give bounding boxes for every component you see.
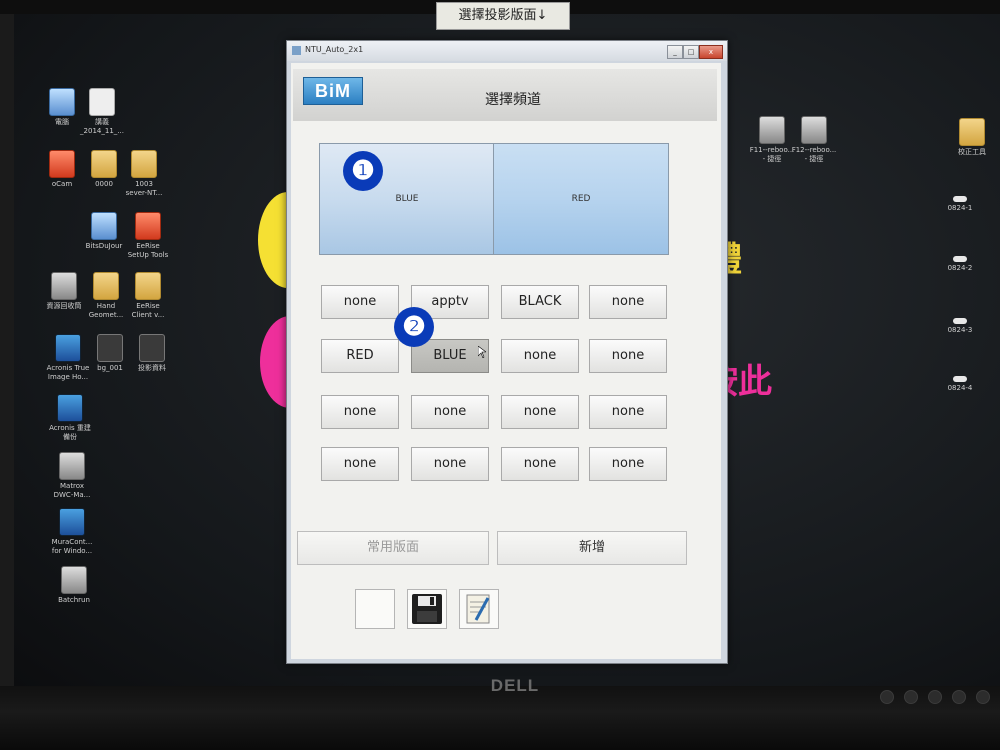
recycle-bin-icon <box>51 272 77 300</box>
folder-icon[interactable]: 校正工具 <box>942 118 1000 157</box>
app-window: NTU_Auto_2x1 _ □ x BiM 選擇頻道 BLUE RED non… <box>286 40 728 664</box>
notepad-edit-icon <box>466 594 490 624</box>
desktop-icon-label: MuraCont... for Windo... <box>51 538 93 555</box>
file-icon[interactable]: 0824-1 <box>930 196 990 213</box>
source-button-r4-c4[interactable]: none <box>589 447 667 481</box>
save-button[interactable] <box>407 589 447 629</box>
source-button-r3-c4[interactable]: none <box>589 395 667 429</box>
source-button-r2-c1[interactable]: RED <box>321 339 399 373</box>
power-button[interactable] <box>976 690 990 704</box>
doc-icon <box>89 88 115 116</box>
preview-right-label: RED <box>571 194 591 204</box>
file-icon[interactable]: 0824-4 <box>930 376 990 393</box>
app-icon[interactable]: 投影資料 <box>122 334 182 373</box>
batch-icon[interactable]: Batchrun <box>44 566 104 605</box>
annotation-badge-2: ❷ <box>394 307 434 347</box>
desktop-icon-label: 0824-1 <box>947 204 973 212</box>
desktop-icon-label: 校正工具 <box>958 148 986 156</box>
matrox-icon <box>59 452 85 480</box>
mouse-cursor-icon <box>478 346 486 358</box>
desktop-icon-label: EeRise SetUp Tools <box>127 242 169 259</box>
desktop-icon-label: 1003 sever-NT... <box>125 180 163 197</box>
annotation-badge-1: ❶ <box>343 151 383 191</box>
edit-button[interactable] <box>459 589 499 629</box>
file-icon <box>953 196 967 202</box>
file-icon <box>953 256 967 262</box>
layout-preview-right[interactable]: RED <box>493 143 669 255</box>
app-icon <box>97 334 123 362</box>
desktop-icon-label: EeRise Client v... <box>131 302 165 319</box>
file-icon <box>953 318 967 324</box>
source-button-r1-c1[interactable]: none <box>321 285 399 319</box>
folder-icon[interactable]: 1003 sever-NT... <box>114 150 174 198</box>
monitor-button[interactable] <box>952 690 966 704</box>
maximize-button[interactable]: □ <box>683 45 699 59</box>
app-icon <box>135 212 161 240</box>
page-title: 選擇頻道 <box>485 92 541 108</box>
desktop-icon-label: Acronis 重建 備份 <box>49 424 91 441</box>
monitor-button[interactable] <box>880 690 894 704</box>
source-button-r1-c3[interactable]: BLACK <box>501 285 579 319</box>
acronis-icon <box>57 394 83 422</box>
minimize-button[interactable]: _ <box>667 45 683 59</box>
window-titlebar[interactable]: NTU_Auto_2x1 _ □ x <box>287 41 727 61</box>
matrox-icon[interactable]: Matrox DWC-Ma... <box>42 452 102 500</box>
source-button-r3-c3[interactable]: none <box>501 395 579 429</box>
desktop-icon-label: F12--reboo... - 捷徑 <box>791 146 837 163</box>
folder-icon <box>93 272 119 300</box>
desktop-icon-label: 投影資料 <box>138 364 166 372</box>
close-button[interactable]: x <box>699 45 723 59</box>
folder-icon <box>131 150 157 178</box>
source-button-r4-c3[interactable]: none <box>501 447 579 481</box>
add-button[interactable]: 新增 <box>497 531 687 565</box>
muracontrol-icon <box>59 508 85 536</box>
monitor-brand-logo: DELL <box>490 676 540 695</box>
desktop-icon-label: 0824-4 <box>947 384 973 392</box>
window-title: NTU_Auto_2x1 <box>305 45 364 54</box>
monitor-button[interactable] <box>904 690 918 704</box>
blank-button[interactable] <box>355 589 395 629</box>
source-button-r2-c3[interactable]: none <box>501 339 579 373</box>
folder-icon <box>959 118 985 146</box>
shortcut-icon[interactable]: F12--reboo... - 捷徑 <box>784 116 844 164</box>
desktop-icon-label: 0824-2 <box>947 264 973 272</box>
doc-icon[interactable]: 講義 _2014_11_... <box>72 88 132 136</box>
app-window-icon <box>292 46 301 55</box>
batch-icon <box>61 566 87 594</box>
app-icon <box>139 334 165 362</box>
sticky-note: 選擇投影版面↓ <box>436 2 570 30</box>
acronis-icon <box>55 334 81 362</box>
file-icon[interactable]: 0824-3 <box>930 318 990 335</box>
file-icon[interactable]: 0824-2 <box>930 256 990 273</box>
source-button-r3-c2[interactable]: none <box>411 395 489 429</box>
shortcut-icon <box>801 116 827 144</box>
ocam-icon <box>49 150 75 178</box>
preview-left-label: BLUE <box>395 194 419 204</box>
desktop-icon-label: 0824-3 <box>947 326 973 334</box>
app-header: BiM 選擇頻道 <box>293 69 717 121</box>
folder-icon[interactable]: EeRise Client v... <box>118 272 178 320</box>
app-icon[interactable]: EeRise SetUp Tools <box>118 212 178 260</box>
source-button-r4-c1[interactable]: none <box>321 447 399 481</box>
favorites-layout-button[interactable]: 常用版面 <box>297 531 489 565</box>
monitor-button[interactable] <box>928 690 942 704</box>
acronis-icon[interactable]: Acronis 重建 備份 <box>40 394 100 442</box>
bim-logo: BiM <box>303 77 363 105</box>
desktop-icon-label: Matrox DWC-Ma... <box>53 482 91 499</box>
floppy-disk-icon <box>412 594 442 624</box>
folder-icon <box>135 272 161 300</box>
desktop-icon-label: Batchrun <box>58 596 90 604</box>
source-button-r3-c1[interactable]: none <box>321 395 399 429</box>
source-button-r2-c4[interactable]: none <box>589 339 667 373</box>
source-button-r4-c2[interactable]: none <box>411 447 489 481</box>
desktop-icon-label: 講義 _2014_11_... <box>80 118 124 135</box>
shortcut-icon <box>759 116 785 144</box>
source-button-r1-c4[interactable]: none <box>589 285 667 319</box>
app-icon <box>91 212 117 240</box>
file-icon <box>953 376 967 382</box>
muracontrol-icon[interactable]: MuraCont... for Windo... <box>42 508 102 556</box>
